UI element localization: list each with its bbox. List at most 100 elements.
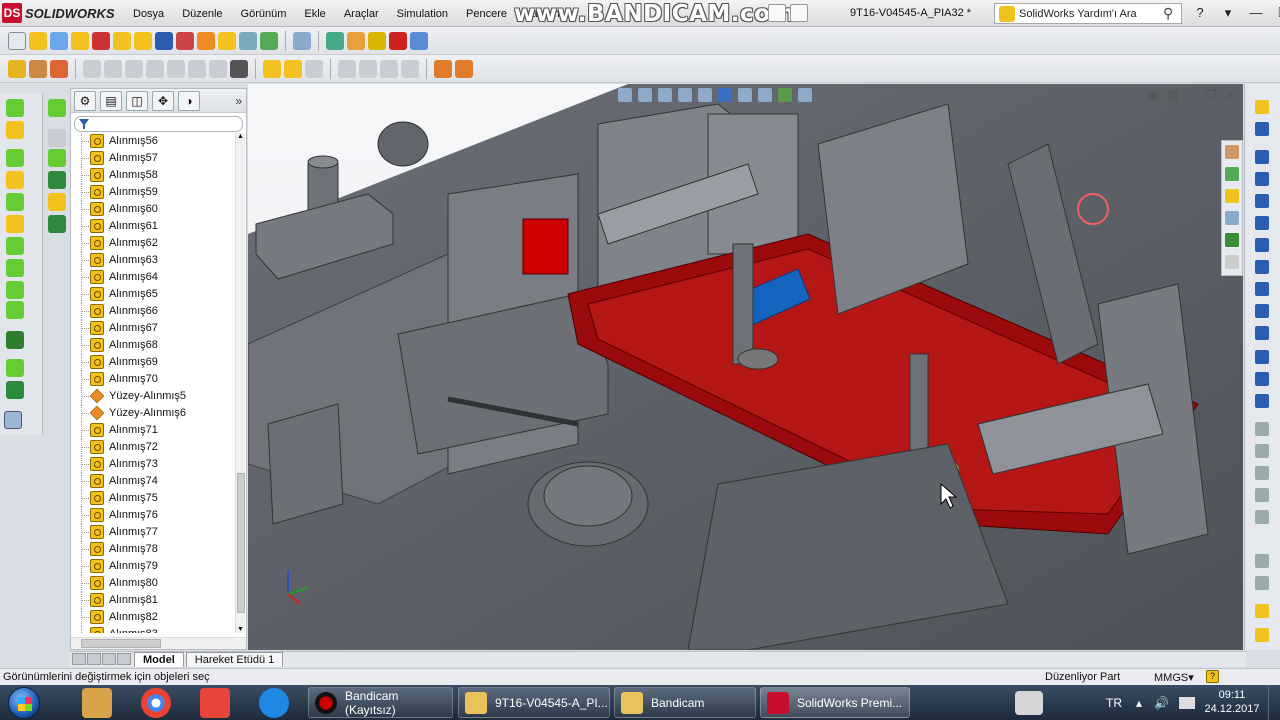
design-library-icon[interactable]: [1225, 167, 1239, 181]
minimize-button[interactable]: —: [1244, 4, 1268, 22]
appearances-icon[interactable]: [1225, 233, 1239, 247]
rib-icon[interactable]: [305, 59, 323, 78]
solidworks-logo[interactable]: DS SOLIDWORKS: [2, 3, 115, 23]
sum-icon[interactable]: [155, 31, 173, 50]
language-indicator[interactable]: TR: [1106, 696, 1122, 710]
mirror-entities-icon[interactable]: [1255, 488, 1269, 502]
linear-pattern-icon[interactable]: [1255, 510, 1269, 524]
edit-sketch-icon[interactable]: [71, 31, 89, 50]
gusset-icon[interactable]: [401, 59, 419, 78]
dimxpert-tab[interactable]: ✥: [152, 90, 174, 111]
tree-item[interactable]: Yüzey-Alınmış5: [71, 388, 236, 405]
curves-icon[interactable]: [6, 381, 24, 399]
tree-item[interactable]: Alınmış57: [71, 150, 236, 167]
configuration-manager-tab[interactable]: ◫: [126, 90, 148, 111]
tree-item[interactable]: Alınmış60: [71, 201, 236, 218]
rectangle-icon[interactable]: [1255, 172, 1269, 186]
rebuild-icon[interactable]: [92, 31, 110, 50]
mirror-feature-icon[interactable]: [48, 215, 66, 233]
check-box-icon[interactable]: [134, 31, 152, 50]
tree-item[interactable]: Alınmış81: [71, 592, 236, 609]
cap-icon[interactable]: [380, 59, 398, 78]
zoom-icon[interactable]: [29, 31, 47, 50]
sketch-tool-icon[interactable]: [1255, 100, 1269, 114]
check-icon[interactable]: [113, 31, 131, 50]
task-bandicam-recording[interactable]: Bandicam (Kayıtsız): [308, 687, 453, 718]
polygon-icon[interactable]: [1255, 304, 1269, 318]
tree-item[interactable]: Alınmış74: [71, 473, 236, 490]
red-tab[interactable]: [522, 218, 569, 275]
customize-icon[interactable]: [790, 4, 808, 22]
smart-dimension-icon[interactable]: [6, 121, 24, 139]
viewport-tile-icon[interactable]: ▣: [1147, 88, 1158, 102]
tree-item[interactable]: Alınmış70: [71, 371, 236, 388]
arc-icon[interactable]: [1255, 238, 1269, 252]
tree-item[interactable]: Yüzey-Alınmış6: [71, 405, 236, 422]
boundary-boss-icon[interactable]: [6, 237, 24, 255]
custom-properties-icon[interactable]: [1225, 255, 1239, 269]
trim-entities-icon[interactable]: [1255, 422, 1269, 436]
menu-pencere[interactable]: Pencere: [457, 8, 516, 20]
tab-motion-study[interactable]: Hareket Etüdü 1: [185, 652, 284, 667]
zoom-to-fit-icon[interactable]: [618, 88, 632, 102]
plate-icon[interactable]: [284, 59, 302, 78]
repair-sketch-icon[interactable]: [1255, 604, 1269, 618]
feature-tree-tab[interactable]: ⚙: [74, 90, 96, 111]
notepad-icon[interactable]: [1015, 691, 1043, 715]
tree-item[interactable]: Alınmış76: [71, 507, 236, 524]
edit-appearance-icon[interactable]: [758, 88, 772, 102]
menu-dosya[interactable]: Dosya: [124, 8, 173, 20]
previous-view-icon[interactable]: [658, 88, 672, 102]
task-folder-9t16[interactable]: 9T16-V04545-A_PI...: [458, 687, 610, 718]
section-icon[interactable]: [293, 31, 311, 50]
instant3d-icon[interactable]: [4, 411, 22, 429]
tree-item[interactable]: Alınmış68: [71, 337, 236, 354]
internet-explorer-icon[interactable]: [259, 688, 289, 718]
next-tab-icon[interactable]: [102, 652, 116, 665]
lofted-boss-icon[interactable]: [6, 215, 24, 233]
display-manager-tab[interactable]: ◑: [178, 90, 200, 111]
bend-icon[interactable]: [146, 59, 164, 78]
tree-item[interactable]: Alınmış63: [71, 252, 236, 269]
hide-show-icon[interactable]: [738, 88, 752, 102]
hem-icon[interactable]: [125, 59, 143, 78]
tree-filter[interactable]: [74, 116, 243, 132]
menu-araclar[interactable]: Araçlar: [335, 8, 388, 20]
tree-item[interactable]: Alınmış61: [71, 218, 236, 235]
circle-icon[interactable]: [1255, 216, 1269, 230]
sheetmetal-icon[interactable]: [83, 59, 101, 78]
copy-icon[interactable]: [239, 31, 257, 50]
centerline-icon[interactable]: [1255, 350, 1269, 364]
fillet-icon[interactable]: [50, 59, 68, 78]
menu-ekle[interactable]: Ekle: [295, 8, 334, 20]
render-icon[interactable]: [347, 31, 365, 50]
offset-entities-icon[interactable]: [1255, 466, 1269, 480]
ellipse-icon[interactable]: [1255, 282, 1269, 296]
move-icon[interactable]: [218, 31, 236, 50]
relations-icon[interactable]: [1255, 576, 1269, 590]
line-icon[interactable]: [1255, 150, 1269, 164]
menu-simulation[interactable]: Simulation: [388, 8, 457, 20]
section-view-icon[interactable]: [678, 88, 692, 102]
unit-system-selector[interactable]: MMGS▾: [1154, 671, 1194, 684]
viewport-split-icon[interactable]: ▤: [1167, 88, 1178, 102]
tree-item[interactable]: Alınmış66: [71, 303, 236, 320]
tree-item[interactable]: Alınmış58: [71, 167, 236, 184]
revolved-boss-icon[interactable]: [6, 171, 24, 189]
measure-icon[interactable]: [176, 31, 194, 50]
graphics-area[interactable]: ▣ ▤ — ❐ ✕: [248, 84, 1243, 650]
intersect-icon[interactable]: [48, 193, 66, 211]
task-folder-bandicam[interactable]: Bandicam: [614, 687, 756, 718]
network-icon[interactable]: [1178, 696, 1195, 709]
color-icon[interactable]: [389, 31, 407, 50]
frame-icon[interactable]: [263, 59, 281, 78]
cut-icon[interactable]: [29, 59, 47, 78]
chrome-icon[interactable]: [141, 688, 171, 718]
scroll-up-icon[interactable]: ▲: [237, 133, 244, 140]
globe-icon[interactable]: [410, 31, 428, 50]
tree-item[interactable]: Alınmış79: [71, 558, 236, 575]
menu-duzenle[interactable]: Düzenle: [173, 8, 231, 20]
appearance-icon[interactable]: [326, 31, 344, 50]
point-icon[interactable]: [1255, 326, 1269, 340]
tree-item[interactable]: Alınmış75: [71, 490, 236, 507]
